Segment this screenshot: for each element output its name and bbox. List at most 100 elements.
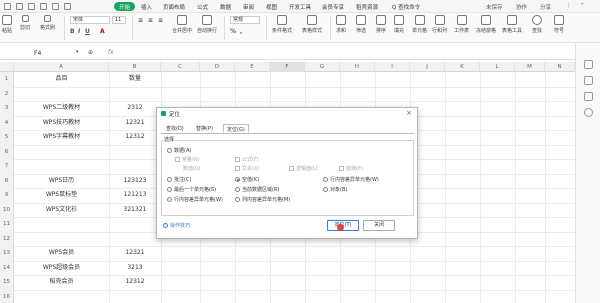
- option-empty-value[interactable]: 空值(K): [235, 176, 259, 183]
- tab-member[interactable]: 会员专享: [322, 3, 344, 11]
- menu-icon[interactable]: [4, 3, 11, 10]
- italic-button[interactable]: I: [78, 28, 80, 35]
- col-header-m[interactable]: M: [515, 62, 545, 72]
- cell-b5[interactable]: 12312: [109, 130, 161, 145]
- tab-insert[interactable]: 插入: [141, 3, 152, 11]
- row-header[interactable]: 10: [0, 202, 14, 217]
- table-tools-button[interactable]: 表格工具: [502, 15, 522, 34]
- col-header-n[interactable]: N: [545, 62, 575, 72]
- row-header[interactable]: 5: [0, 130, 14, 145]
- col-header-i[interactable]: I: [375, 62, 410, 72]
- col-header-j[interactable]: J: [410, 62, 445, 72]
- font-size-select[interactable]: 11: [112, 16, 126, 24]
- fill-button[interactable]: 填充: [394, 15, 404, 34]
- freeze-button[interactable]: 冻结窗格: [476, 15, 496, 34]
- row-header[interactable]: 15: [0, 275, 14, 290]
- dropdown-icon[interactable]: [64, 3, 71, 10]
- align-right-icon[interactable]: ≡: [158, 17, 163, 24]
- name-box[interactable]: F4: [14, 49, 74, 58]
- formula-input[interactable]: [120, 49, 570, 58]
- cell-b15[interactable]: 12312: [109, 275, 161, 290]
- cell-b1[interactable]: 数量: [109, 72, 161, 87]
- col-header-c[interactable]: C: [161, 62, 200, 72]
- unsaved-status[interactable]: 未保存: [486, 3, 503, 11]
- cell-a9[interactable]: WPS鼠标垫: [14, 188, 109, 203]
- cell-b10[interactable]: 321321: [109, 203, 161, 218]
- underline-button[interactable]: U: [85, 28, 90, 35]
- zoom-icon[interactable]: ⊕: [88, 49, 93, 56]
- col-header-g[interactable]: G: [305, 62, 340, 72]
- chevron-up-icon[interactable]: ⌃: [580, 3, 585, 9]
- tips-link[interactable]: 操作技巧: [163, 222, 190, 229]
- shape-icon[interactable]: [584, 92, 593, 101]
- align-left-icon[interactable]: ≡: [138, 17, 143, 24]
- undo-icon[interactable]: [40, 3, 47, 10]
- tab-formula[interactable]: 公式: [197, 3, 208, 11]
- sum-button[interactable]: 求和: [336, 15, 346, 34]
- font-name-select[interactable]: 宋体: [70, 16, 110, 24]
- merge-center-button[interactable]: 合并居中: [172, 15, 192, 34]
- tab-goto[interactable]: 定位(G): [223, 124, 249, 133]
- row-header[interactable]: 13: [0, 246, 14, 261]
- close-icon[interactable]: ×: [406, 109, 412, 117]
- tab-docer[interactable]: 稻壳资源: [356, 3, 378, 11]
- option-diff-row[interactable]: 行内容差异单元格(W): [167, 196, 223, 203]
- number-format-select[interactable]: 常规: [230, 16, 260, 24]
- tab-data[interactable]: 数据: [220, 3, 231, 11]
- cursor-icon[interactable]: [584, 60, 593, 69]
- option-row-diff[interactable]: 行内容差异单元格(W): [323, 176, 379, 183]
- tab-page-layout[interactable]: 页面布局: [163, 3, 185, 11]
- option-constant[interactable]: 常量(N): [175, 156, 200, 163]
- cell-b14[interactable]: 3213: [109, 261, 161, 276]
- row-header[interactable]: 16: [0, 289, 14, 303]
- paste-button[interactable]: 粘贴: [2, 15, 12, 34]
- cell-a1[interactable]: 品目: [14, 72, 109, 87]
- option-comment[interactable]: 批注(C): [167, 176, 191, 183]
- tab-find[interactable]: 查找(D): [163, 124, 187, 133]
- folder-icon[interactable]: [16, 3, 23, 10]
- cell-button[interactable]: 单元格: [412, 15, 427, 34]
- option-error[interactable]: 错误(E): [339, 165, 363, 172]
- col-header-a[interactable]: A: [14, 62, 109, 72]
- fx-icon[interactable]: fx: [108, 49, 114, 56]
- settings-icon[interactable]: [584, 108, 593, 117]
- symbol-button[interactable]: 符号: [554, 15, 564, 34]
- comma-icon[interactable]: ,: [240, 28, 242, 35]
- cell-a8[interactable]: WPS日历: [14, 174, 109, 189]
- more-icon[interactable]: ⋮: [566, 3, 572, 9]
- cell-b4[interactable]: 12321: [109, 116, 161, 131]
- filter-button[interactable]: 筛选: [356, 15, 366, 34]
- rowcol-button[interactable]: 行和列: [432, 15, 447, 34]
- col-header-l[interactable]: L: [480, 62, 515, 72]
- col-header-d[interactable]: D: [200, 62, 235, 72]
- redo-icon[interactable]: [52, 3, 59, 10]
- option-number[interactable]: 数值(U): [167, 165, 201, 172]
- cell-a13[interactable]: WPS会员: [14, 246, 109, 261]
- percent-icon[interactable]: %: [230, 28, 236, 35]
- row-header[interactable]: 8: [0, 173, 14, 188]
- corner-cell[interactable]: [0, 62, 14, 72]
- col-header-f[interactable]: F: [270, 62, 305, 72]
- col-header-e[interactable]: E: [235, 62, 270, 72]
- row-header[interactable]: 7: [0, 159, 14, 174]
- tab-review[interactable]: 审阅: [243, 3, 254, 11]
- share-button[interactable]: 分享: [540, 3, 551, 11]
- row-header[interactable]: 3: [0, 101, 14, 116]
- row-header[interactable]: 4: [0, 115, 14, 130]
- option-last-cell[interactable]: 最后一个单元格(S): [167, 186, 216, 193]
- cell-a3[interactable]: WPS二级教材: [14, 101, 109, 116]
- print-icon[interactable]: [28, 3, 35, 10]
- font-color-button[interactable]: A: [100, 28, 105, 35]
- table-style-button[interactable]: 表格样式: [302, 15, 322, 34]
- row-header[interactable]: 2: [0, 86, 14, 101]
- close-button[interactable]: 关闭: [363, 220, 395, 231]
- col-header-h[interactable]: H: [340, 62, 375, 72]
- cell-a5[interactable]: WPS字幕教材: [14, 130, 109, 145]
- row-header[interactable]: 9: [0, 188, 14, 203]
- cell-b3[interactable]: 2312: [109, 101, 161, 116]
- sort-button[interactable]: 排序: [376, 15, 386, 34]
- find-button[interactable]: 查找: [532, 15, 542, 34]
- cell-a14[interactable]: WPS超级会员: [14, 261, 109, 276]
- option-diff-col[interactable]: 列内容差异单元格(M): [235, 196, 290, 203]
- sheet-button[interactable]: 工作表: [454, 15, 469, 34]
